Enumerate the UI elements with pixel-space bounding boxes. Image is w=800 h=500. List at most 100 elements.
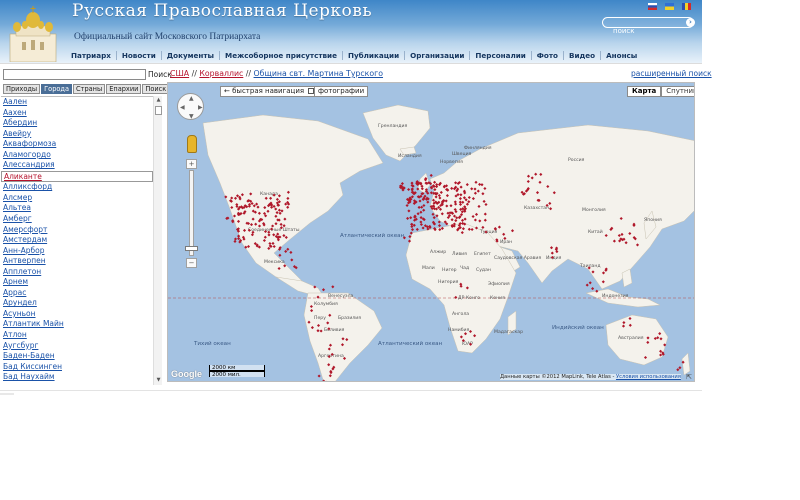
parish-marker[interactable] [407, 187, 411, 192]
pan-down-icon[interactable]: ▼ [189, 113, 194, 120]
parish-marker[interactable] [331, 285, 335, 289]
parish-marker[interactable] [678, 366, 682, 370]
city-item[interactable]: Амберг [1, 214, 162, 225]
nav-council[interactable]: Межсоборное присутствие [220, 51, 343, 60]
parish-marker[interactable] [321, 288, 326, 292]
zoom-in-button[interactable]: + [186, 159, 197, 169]
breadcrumb-usa[interactable]: США [170, 69, 189, 78]
breadcrumb-community[interactable]: Община свт. Мартина Турского [254, 69, 383, 78]
nav-persons[interactable]: Персоналии [470, 51, 532, 60]
google-logo[interactable]: Google [171, 369, 202, 379]
parish-marker[interactable] [400, 182, 404, 186]
nav-patriarch[interactable]: Патриарх [66, 51, 117, 60]
parish-marker[interactable] [420, 205, 424, 209]
city-item[interactable]: Баден-Баден [1, 351, 162, 362]
nav-publications[interactable]: Публикации [343, 51, 406, 60]
parish-marker[interactable] [410, 228, 415, 232]
tab-parishes[interactable]: Приходы [3, 84, 41, 94]
city-item[interactable]: Аррас [1, 288, 162, 299]
parish-marker[interactable] [415, 227, 419, 231]
parish-marker[interactable] [422, 203, 426, 208]
nav-organizations[interactable]: Организации [405, 51, 471, 60]
city-item[interactable]: Абердин [1, 118, 162, 129]
city-item[interactable]: Арундел [1, 298, 162, 309]
city-item[interactable]: Асуньон [1, 309, 162, 320]
city-search-button[interactable]: Поиск [148, 69, 172, 80]
expand-icon[interactable]: ⇱ [686, 373, 692, 381]
city-item[interactable]: Арнем [1, 277, 162, 288]
city-item[interactable]: Апплетон [1, 267, 162, 278]
pan-up-icon[interactable]: ▲ [189, 95, 194, 102]
tab-dioceses[interactable]: Епархии [106, 84, 142, 94]
parish-marker[interactable] [419, 210, 423, 214]
parish-marker[interactable] [314, 381, 317, 382]
tab-cities[interactable]: Города [41, 84, 73, 94]
city-item[interactable]: Бад Наухайм [1, 372, 162, 383]
pan-right-icon[interactable]: ▶ [198, 104, 203, 111]
city-item[interactable]: Атлон [1, 330, 162, 341]
tab-search[interactable]: Поиск [142, 84, 170, 94]
parish-marker[interactable] [422, 208, 426, 212]
parish-marker[interactable] [233, 239, 237, 243]
parish-marker[interactable] [429, 191, 433, 195]
parish-marker[interactable] [676, 368, 680, 372]
scroll-thumb[interactable] [155, 106, 162, 115]
parish-marker[interactable] [429, 173, 433, 177]
site-search-input[interactable] [603, 26, 673, 36]
city-item[interactable]: Антверпен [1, 256, 162, 267]
parish-marker[interactable] [278, 253, 282, 257]
city-item[interactable]: Аламогордо [1, 150, 162, 161]
search-go-icon[interactable]: › [686, 18, 695, 27]
parish-marker[interactable] [317, 374, 321, 378]
city-item[interactable]: Алессандрия [1, 160, 162, 171]
cathedral-logo[interactable] [4, 4, 62, 63]
zoom-slider-track[interactable] [189, 170, 194, 256]
city-item[interactable]: Аален [1, 97, 162, 108]
site-title[interactable]: Русская Православная Церковь [72, 1, 372, 21]
city-item-selected[interactable]: Аликанте [1, 170, 153, 183]
nav-video[interactable]: Видео [564, 51, 602, 60]
parish-marker[interactable] [418, 199, 422, 203]
terms-of-use-link[interactable]: Условия использования [616, 374, 681, 380]
city-item[interactable]: Амерсфорт [1, 225, 162, 236]
city-item[interactable]: Аугсбург [1, 341, 162, 352]
city-search-input[interactable] [3, 69, 146, 80]
moldovan-flag-icon[interactable] [682, 3, 691, 10]
city-item[interactable]: Бад Киссинген [1, 362, 162, 373]
map-type-map-button[interactable]: Карта [627, 86, 662, 97]
quick-nav-button[interactable]: ← быстрая навигация [220, 86, 319, 97]
photos-button[interactable]: фотографии [314, 86, 369, 97]
parish-marker[interactable] [432, 216, 436, 220]
city-item[interactable]: Аахен [1, 108, 162, 119]
parish-marker[interactable] [585, 283, 589, 287]
nav-news[interactable]: Новости [117, 51, 162, 60]
parish-marker[interactable] [426, 200, 430, 204]
parish-marker[interactable] [416, 212, 420, 216]
pan-left-icon[interactable]: ◀ [180, 104, 185, 111]
city-item[interactable]: Альтеа [1, 203, 162, 214]
city-item[interactable]: Анн-Арбор [1, 246, 162, 257]
street-view-pegman-icon[interactable] [187, 135, 197, 153]
world-map[interactable]: Атлантический океан Атлантический океан … [167, 82, 695, 382]
parish-marker[interactable] [437, 224, 442, 228]
breadcrumb-corvallis[interactable]: Корваллис [199, 69, 243, 78]
city-list-scrollbar[interactable]: ▲ ▼ [153, 96, 162, 385]
city-item[interactable]: Амстердам [1, 235, 162, 246]
parish-marker[interactable] [419, 222, 423, 227]
parish-marker[interactable] [286, 247, 290, 251]
pan-control[interactable]: ▲ ▼ ◀ ▶ [177, 93, 204, 120]
scroll-up-arrow-icon[interactable]: ▲ [155, 97, 162, 104]
parish-marker[interactable] [409, 216, 413, 220]
parish-marker[interactable] [233, 237, 238, 241]
nav-photo[interactable]: Фото [532, 51, 564, 60]
city-item[interactable]: Атлантик Майн [1, 319, 162, 330]
parish-marker[interactable] [284, 249, 288, 253]
parish-marker[interactable] [289, 250, 293, 254]
parish-marker[interactable] [290, 258, 294, 262]
parish-marker[interactable] [588, 281, 592, 285]
scroll-down-arrow-icon[interactable]: ▼ [155, 377, 162, 384]
parish-marker[interactable] [431, 212, 435, 216]
parish-marker[interactable] [237, 237, 241, 241]
city-item[interactable]: Алсмер [1, 193, 162, 204]
parish-marker[interactable] [407, 209, 411, 213]
